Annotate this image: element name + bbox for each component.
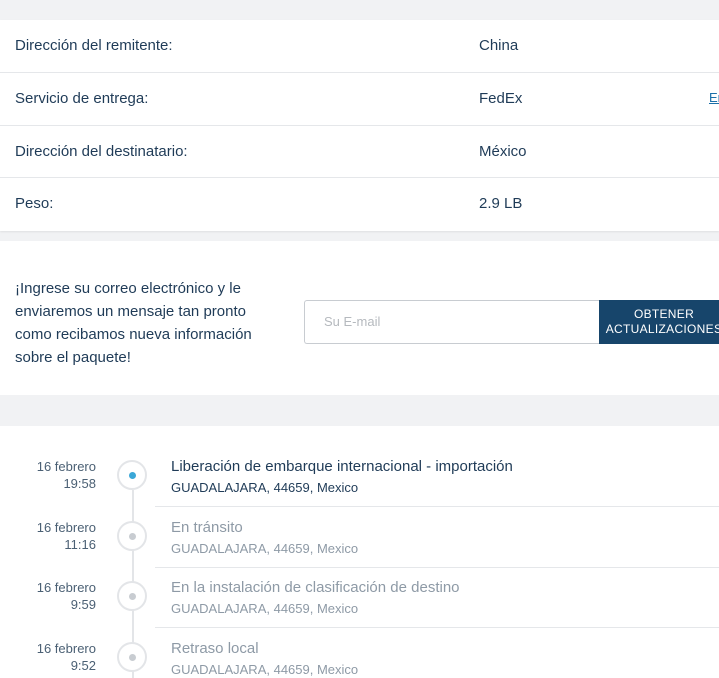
event-time: 9:52 bbox=[70, 658, 96, 673]
tracking-event: 16 febrero 11:16 En tránsito GUADALAJARA… bbox=[0, 487, 719, 568]
sender-address-label: Dirección del remitente: bbox=[15, 37, 173, 54]
delivery-service-value: FedEx bbox=[479, 89, 523, 107]
event-title: En la instalación de clasificación de de… bbox=[171, 579, 460, 596]
event-date: 16 febrero bbox=[36, 520, 96, 535]
get-updates-button-line1: OBTENER bbox=[633, 307, 695, 321]
sender-address-value: China bbox=[479, 37, 519, 54]
tracking-event: 16 febrero 19:58 Liberación de embarque … bbox=[0, 426, 719, 507]
info-row-weight: Peso: 2.9 LB bbox=[0, 178, 719, 231]
event-title: Retraso local bbox=[171, 640, 259, 657]
event-date: 16 febrero bbox=[36, 580, 96, 595]
delivery-service-label: Servicio de entrega: bbox=[15, 89, 149, 107]
email-input[interactable]: Su E-mail bbox=[304, 300, 599, 344]
info-row-recipient: Dirección del destinatario: México bbox=[0, 126, 719, 179]
get-updates-button-line2: ACTUALIZACIONES bbox=[605, 322, 719, 336]
event-date: 16 febrero bbox=[36, 641, 96, 656]
timeline-dot bbox=[117, 521, 147, 551]
tracking-event: 16 febrero 9:52 Retraso local GUADALAJAR… bbox=[0, 608, 719, 677]
tracking-event: 16 febrero 9:59 En la instalación de cla… bbox=[0, 547, 719, 628]
recipient-address-label: Dirección del destinatario: bbox=[15, 142, 188, 160]
event-location: GUADALAJARA, 44659, Mexico bbox=[171, 662, 359, 677]
timeline-dot bbox=[117, 581, 147, 611]
recipient-address-value: México bbox=[479, 142, 527, 160]
subscribe-card: ¡Ingrese su correo electrónico y le envi… bbox=[0, 241, 719, 395]
subscribe-message: ¡Ingrese su correo electrónico y le envi… bbox=[15, 280, 252, 366]
shipment-info-card: Dirección del remitente: China Servicio … bbox=[0, 20, 719, 231]
timeline-dot bbox=[117, 642, 147, 672]
event-title: Liberación de embarque internacional - i… bbox=[171, 458, 513, 475]
event-datetime: 16 febrero 9:52 bbox=[0, 640, 96, 674]
weight-label: Peso: bbox=[15, 195, 54, 213]
timeline-dot-active bbox=[117, 460, 147, 490]
get-updates-button[interactable]: OBTENER ACTUALIZACIONES bbox=[599, 300, 719, 344]
carrier-link[interactable]: Er bbox=[709, 90, 719, 105]
info-row-service: Servicio de entrega: FedEx Er bbox=[0, 73, 719, 126]
weight-value: 2.9 LB bbox=[479, 195, 523, 213]
info-row-sender: Dirección del remitente: China bbox=[0, 20, 719, 73]
event-title: En tránsito bbox=[171, 519, 243, 536]
tracking-timeline: 16 febrero 19:58 Liberación de embarque … bbox=[0, 426, 719, 678]
event-date: 16 febrero bbox=[36, 459, 96, 474]
